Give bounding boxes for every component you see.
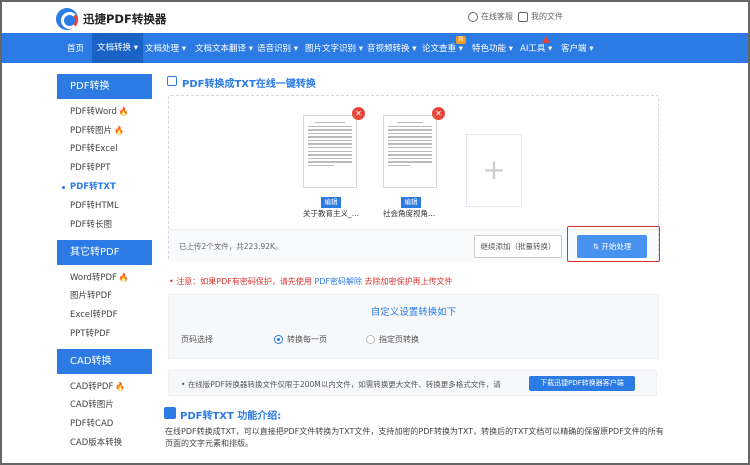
add-file-plus-icon[interactable]: + bbox=[466, 134, 522, 207]
sidebar-item-word-to-pdf[interactable]: Word转PDF 🔥 bbox=[57, 268, 152, 287]
intro-title: PDF转TXT 功能介绍: bbox=[180, 411, 282, 422]
intro-body: 在线PDF转换成TXT，可以直接把PDF文件转换为TXT文件，支持加密的PDF转… bbox=[165, 427, 664, 448]
sidebar-item-image-to-pdf[interactable]: 图片转PDF bbox=[57, 287, 152, 306]
sidebar-item-pdf-to-long-image[interactable]: PDF转长图 bbox=[57, 216, 152, 235]
upload-info: 已上传2个文件，共223.92K。 bbox=[179, 242, 283, 251]
nav-home[interactable]: 首页 bbox=[67, 42, 84, 54]
remove-file-icon[interactable]: ✕ bbox=[352, 107, 365, 120]
hot-marker-icon bbox=[542, 36, 550, 43]
sidebar: PDF转换 PDF转Word 🔥 PDF转图片 🔥 PDF转Excel PDF转PP… bbox=[57, 74, 152, 458]
nav-voice[interactable]: 语音识别 ▾ bbox=[257, 42, 298, 54]
nav-doc-convert[interactable]: 文档转换 ▾ bbox=[92, 33, 143, 63]
my-files-link[interactable]: 我的文件 bbox=[518, 11, 563, 22]
password-note: • 注意：如果PDF有密码保护，请先使用 PDF密码解除 去除加密保护再上传文件 bbox=[169, 277, 453, 286]
sidebar-item-excel-to-pdf[interactable]: Excel转PDF bbox=[57, 306, 152, 325]
brand-logo[interactable]: 迅捷PDF转换器 bbox=[56, 8, 166, 30]
radio-unchecked-icon bbox=[366, 335, 375, 344]
new-badge: 新 bbox=[456, 36, 466, 44]
sidebar-item-pdf-to-txt[interactable]: PDF转TXT bbox=[57, 178, 152, 197]
settings-title: 自定义设置转换如下 bbox=[370, 307, 457, 318]
radio-convert-each-page[interactable]: 转换每一页 bbox=[274, 334, 327, 345]
sidebar-item-pdf-to-excel[interactable]: PDF转Excel bbox=[57, 140, 152, 159]
page-selection-label: 页码选择 bbox=[181, 335, 213, 344]
upload-status-bar: 已上传2个文件，共223.92K。 继续添加（批量转换） ⇅ 开始处理 bbox=[169, 226, 660, 262]
edit-file-button[interactable]: 编辑 bbox=[401, 197, 421, 208]
nav-client[interactable]: 客户端 ▾ bbox=[561, 42, 593, 54]
sidebar-item-ppt-to-pdf[interactable]: PPT转PDF bbox=[57, 325, 152, 344]
file-thumbnail[interactable] bbox=[383, 115, 437, 188]
brand-name: 迅捷PDF转换器 bbox=[83, 12, 167, 26]
nav-features[interactable]: 特色功能 ▾ bbox=[472, 42, 513, 54]
edit-file-button[interactable]: 编辑 bbox=[321, 197, 341, 208]
sidebar-item-pdf-to-html[interactable]: PDF转HTML bbox=[57, 197, 152, 216]
intro-icon bbox=[164, 407, 176, 419]
sidebar-item-pdf-to-word[interactable]: PDF转Word 🔥 bbox=[57, 102, 152, 121]
continue-add-button[interactable]: 继续添加（批量转换） bbox=[474, 235, 562, 258]
headset-icon bbox=[468, 11, 478, 22]
main-nav: 首页 文档转换 ▾ 文档处理 ▾ 文档文本翻译 ▾ 语音识别 ▾ 图片文字识别 … bbox=[2, 33, 748, 63]
pdf-unlock-link[interactable]: PDF密码解除 bbox=[314, 277, 362, 286]
remove-file-icon[interactable]: ✕ bbox=[432, 107, 445, 120]
upload-area[interactable]: ✕ 编辑 关于教育主义_... ✕ 编辑 社会角度视角... + 已上传2个文件… bbox=[168, 95, 660, 262]
tip-text: • 在线版PDF转换器转换文件仅限于200M以内文件，如需转换更大文件、转换更多… bbox=[181, 380, 501, 389]
fire-icon: 🔥 bbox=[114, 126, 125, 135]
logo-icon bbox=[56, 8, 78, 30]
nav-media[interactable]: 音视频转换 ▾ bbox=[367, 42, 416, 54]
sidebar-section-title: CAD转换 bbox=[57, 349, 152, 374]
nav-translate[interactable]: 文档文本翻译 ▾ bbox=[195, 42, 253, 54]
fire-icon: 🔥 bbox=[115, 382, 126, 391]
online-service-link[interactable]: 在线客服 bbox=[468, 11, 513, 22]
sidebar-item-pdf-to-image[interactable]: PDF转图片 🔥 bbox=[57, 121, 152, 140]
sidebar-item-pdf-to-ppt[interactable]: PDF转PPT bbox=[57, 159, 152, 178]
sidebar-section-title: 其它转PDF bbox=[57, 240, 152, 265]
radio-specified-pages[interactable]: 指定页转换 bbox=[366, 334, 419, 345]
sidebar-item-cad-to-image[interactable]: CAD转图片 bbox=[57, 396, 152, 415]
conversion-settings: 自定义设置转换如下 页码选择 转换每一页 指定页转换 bbox=[168, 294, 659, 359]
file-name: 关于教育主义_... bbox=[303, 209, 359, 218]
sidebar-section-title: PDF转换 bbox=[57, 74, 152, 99]
sidebar-item-pdf-to-cad[interactable]: PDF转CAD bbox=[57, 415, 152, 434]
file-thumbnail[interactable] bbox=[303, 115, 357, 188]
nav-doc-process[interactable]: 文档处理 ▾ bbox=[145, 42, 186, 54]
fire-icon: 🔥 bbox=[118, 107, 129, 116]
nav-ocr[interactable]: 图片文字识别 ▾ bbox=[305, 42, 363, 54]
nav-ai-tools[interactable]: AI工具 ▾ bbox=[520, 42, 552, 54]
page-title: PDF转换成TXT在线一键转换 bbox=[182, 79, 316, 90]
download-client-button[interactable]: 下载迅捷PDF转换器客户端 bbox=[529, 376, 635, 391]
sidebar-item-cad-version[interactable]: CAD版本转换 bbox=[57, 434, 152, 453]
file-name: 社会角度视角... bbox=[383, 209, 436, 218]
start-process-button[interactable]: ⇅ 开始处理 bbox=[577, 235, 647, 258]
size-limit-tip: • 在线版PDF转换器转换文件仅限于200M以内文件，如需转换更大文件、转换更多… bbox=[168, 370, 657, 396]
radio-checked-icon bbox=[274, 335, 283, 344]
file-icon bbox=[518, 11, 528, 22]
fire-icon: 🔥 bbox=[118, 273, 129, 282]
document-icon bbox=[167, 76, 177, 86]
sidebar-item-cad-to-pdf[interactable]: CAD转PDF 🔥 bbox=[57, 377, 152, 396]
top-header: 迅捷PDF转换器 在线客服 我的文件 bbox=[2, 2, 748, 33]
